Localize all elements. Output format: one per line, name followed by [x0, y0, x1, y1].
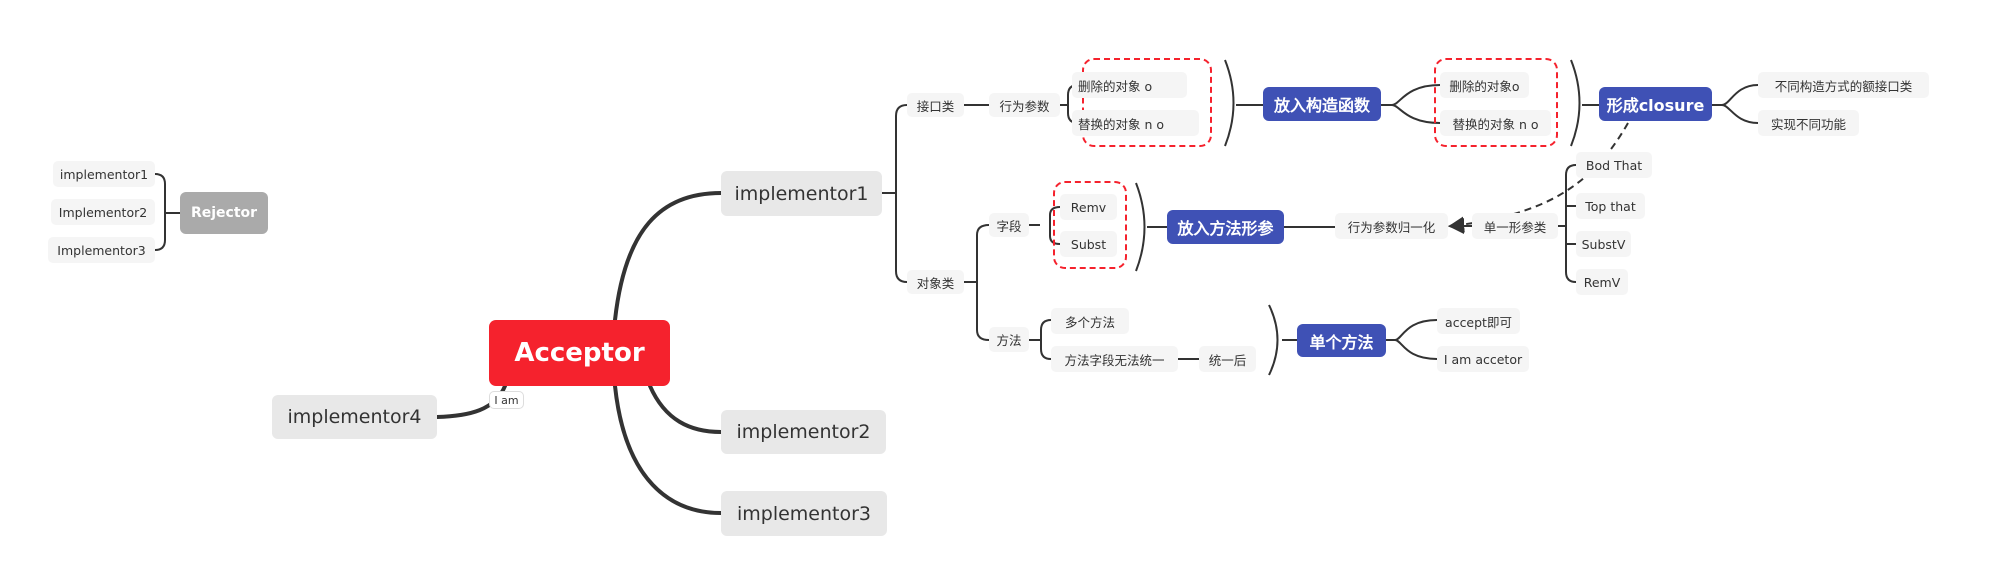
subtopic-single-param[interactable]: 单一形参类: [1472, 213, 1558, 239]
result-item[interactable]: 实现不同功能: [1758, 110, 1859, 136]
summary-single-method[interactable]: 单个方法: [1297, 324, 1386, 357]
topic-implementor1[interactable]: implementor1: [721, 171, 882, 216]
subtopic-item[interactable]: 删除的对象o: [1440, 72, 1529, 98]
floating-topic-rejector[interactable]: Rejector: [180, 192, 268, 234]
result-item[interactable]: accept即可: [1437, 308, 1520, 334]
subtopic-normalize[interactable]: 行为参数归一化: [1335, 213, 1448, 239]
topic-implementor2[interactable]: implementor2: [721, 410, 886, 454]
param-item[interactable]: Bod That: [1576, 152, 1652, 178]
param-item[interactable]: RemV: [1576, 269, 1628, 295]
summary-constructor[interactable]: 放入构造函数: [1263, 87, 1381, 121]
subtopic-field[interactable]: 字段: [989, 213, 1029, 237]
summary-closure[interactable]: 形成closure: [1599, 87, 1712, 121]
field-item[interactable]: Subst: [1060, 231, 1117, 257]
subtopic-method[interactable]: 方法: [989, 327, 1029, 352]
method-item[interactable]: 方法字段无法统一: [1051, 346, 1178, 372]
method-item[interactable]: 多个方法: [1051, 308, 1129, 334]
rejector-child[interactable]: implementor1: [53, 161, 155, 187]
branch-implementor1: [613, 191, 723, 322]
result-item[interactable]: 不同构造方式的额接口类: [1758, 72, 1929, 98]
branch-implementor3: [613, 384, 723, 515]
subtopic-interface[interactable]: 接口类: [907, 93, 964, 117]
relation-label[interactable]: I am: [489, 391, 524, 409]
subtopic-item[interactable]: 替换的对象 n o: [1072, 110, 1199, 136]
subtopic-item[interactable]: 删除的对象 o: [1072, 72, 1187, 98]
rejector-child[interactable]: Implementor2: [51, 199, 155, 225]
subtopic-object[interactable]: 对象类: [907, 270, 964, 294]
rejector-child[interactable]: Implementor3: [48, 237, 155, 263]
branch-implementor2: [648, 384, 723, 434]
subtopic-item[interactable]: 替换的对象 n o: [1440, 110, 1551, 136]
field-item[interactable]: Remv: [1060, 194, 1117, 220]
param-item[interactable]: SubstV: [1576, 231, 1631, 257]
summary-method-param[interactable]: 放入方法形参: [1167, 210, 1284, 244]
topic-implementor4[interactable]: implementor4: [272, 395, 437, 439]
subtopic-behavior-param[interactable]: 行为参数: [989, 93, 1060, 117]
root-topic[interactable]: Acceptor: [489, 320, 670, 386]
subtopic-unified[interactable]: 统一后: [1199, 346, 1256, 372]
param-item[interactable]: Top that: [1576, 193, 1645, 219]
result-item[interactable]: I am accetor: [1437, 346, 1529, 372]
topic-implementor3[interactable]: implementor3: [721, 491, 887, 536]
